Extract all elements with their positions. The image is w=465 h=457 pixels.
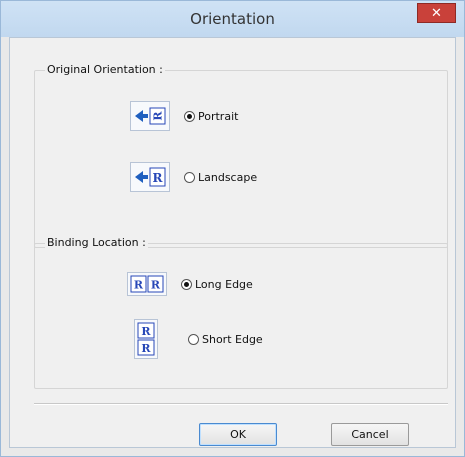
- close-button[interactable]: ✕: [417, 3, 456, 23]
- short-edge-option[interactable]: R R Short Edge: [134, 319, 263, 359]
- portrait-option[interactable]: R Portrait: [130, 101, 238, 131]
- portrait-radio-indicator[interactable]: [184, 110, 195, 122]
- landscape-radio-indicator[interactable]: [184, 171, 195, 183]
- separator-line: [34, 403, 448, 405]
- portrait-icon-letter: R: [152, 111, 165, 121]
- long-edge-radio[interactable]: Long Edge: [181, 278, 253, 291]
- long-edge-option[interactable]: R R Long Edge: [127, 272, 253, 296]
- close-icon: ✕: [431, 5, 442, 21]
- short-edge-icon-letter-top: R: [141, 325, 151, 338]
- landscape-label: Landscape: [198, 170, 258, 184]
- cancel-button[interactable]: Cancel: [331, 423, 409, 446]
- landscape-option[interactable]: R Landscape: [130, 162, 257, 192]
- dialog-title: Orientation: [190, 10, 275, 28]
- binding-location-group: Binding Location : R R Long Edge R R Sho…: [34, 236, 448, 389]
- landscape-icon-letter: R: [153, 171, 164, 185]
- portrait-label: Portrait: [198, 109, 239, 123]
- long-edge-label: Long Edge: [195, 277, 253, 291]
- short-edge-icon-letter-bottom: R: [141, 342, 151, 355]
- short-edge-radio[interactable]: Short Edge: [188, 333, 263, 346]
- long-edge-binding-icon: R R: [127, 272, 167, 296]
- landscape-orientation-icon: R: [130, 162, 170, 192]
- title-bar[interactable]: Orientation ✕: [1, 1, 464, 37]
- portrait-radio[interactable]: Portrait: [184, 110, 238, 123]
- portrait-orientation-icon: R: [130, 101, 170, 131]
- original-orientation-label: Original Orientation :: [45, 63, 165, 76]
- short-edge-binding-icon: R R: [134, 319, 158, 359]
- original-orientation-group: Original Orientation : R Portrait R Land…: [34, 63, 448, 248]
- short-edge-label: Short Edge: [202, 332, 263, 346]
- long-edge-icon-letter-right: R: [151, 279, 161, 292]
- ok-button[interactable]: OK: [199, 423, 277, 446]
- short-edge-radio-indicator[interactable]: [188, 333, 199, 345]
- orientation-dialog: Orientation ✕ Original Orientation : R P…: [0, 0, 465, 457]
- dialog-body: Original Orientation : R Portrait R Land…: [9, 37, 456, 448]
- long-edge-icon-letter-left: R: [134, 279, 144, 292]
- binding-location-label: Binding Location :: [45, 236, 148, 249]
- landscape-radio[interactable]: Landscape: [184, 171, 257, 184]
- long-edge-radio-indicator[interactable]: [181, 278, 192, 290]
